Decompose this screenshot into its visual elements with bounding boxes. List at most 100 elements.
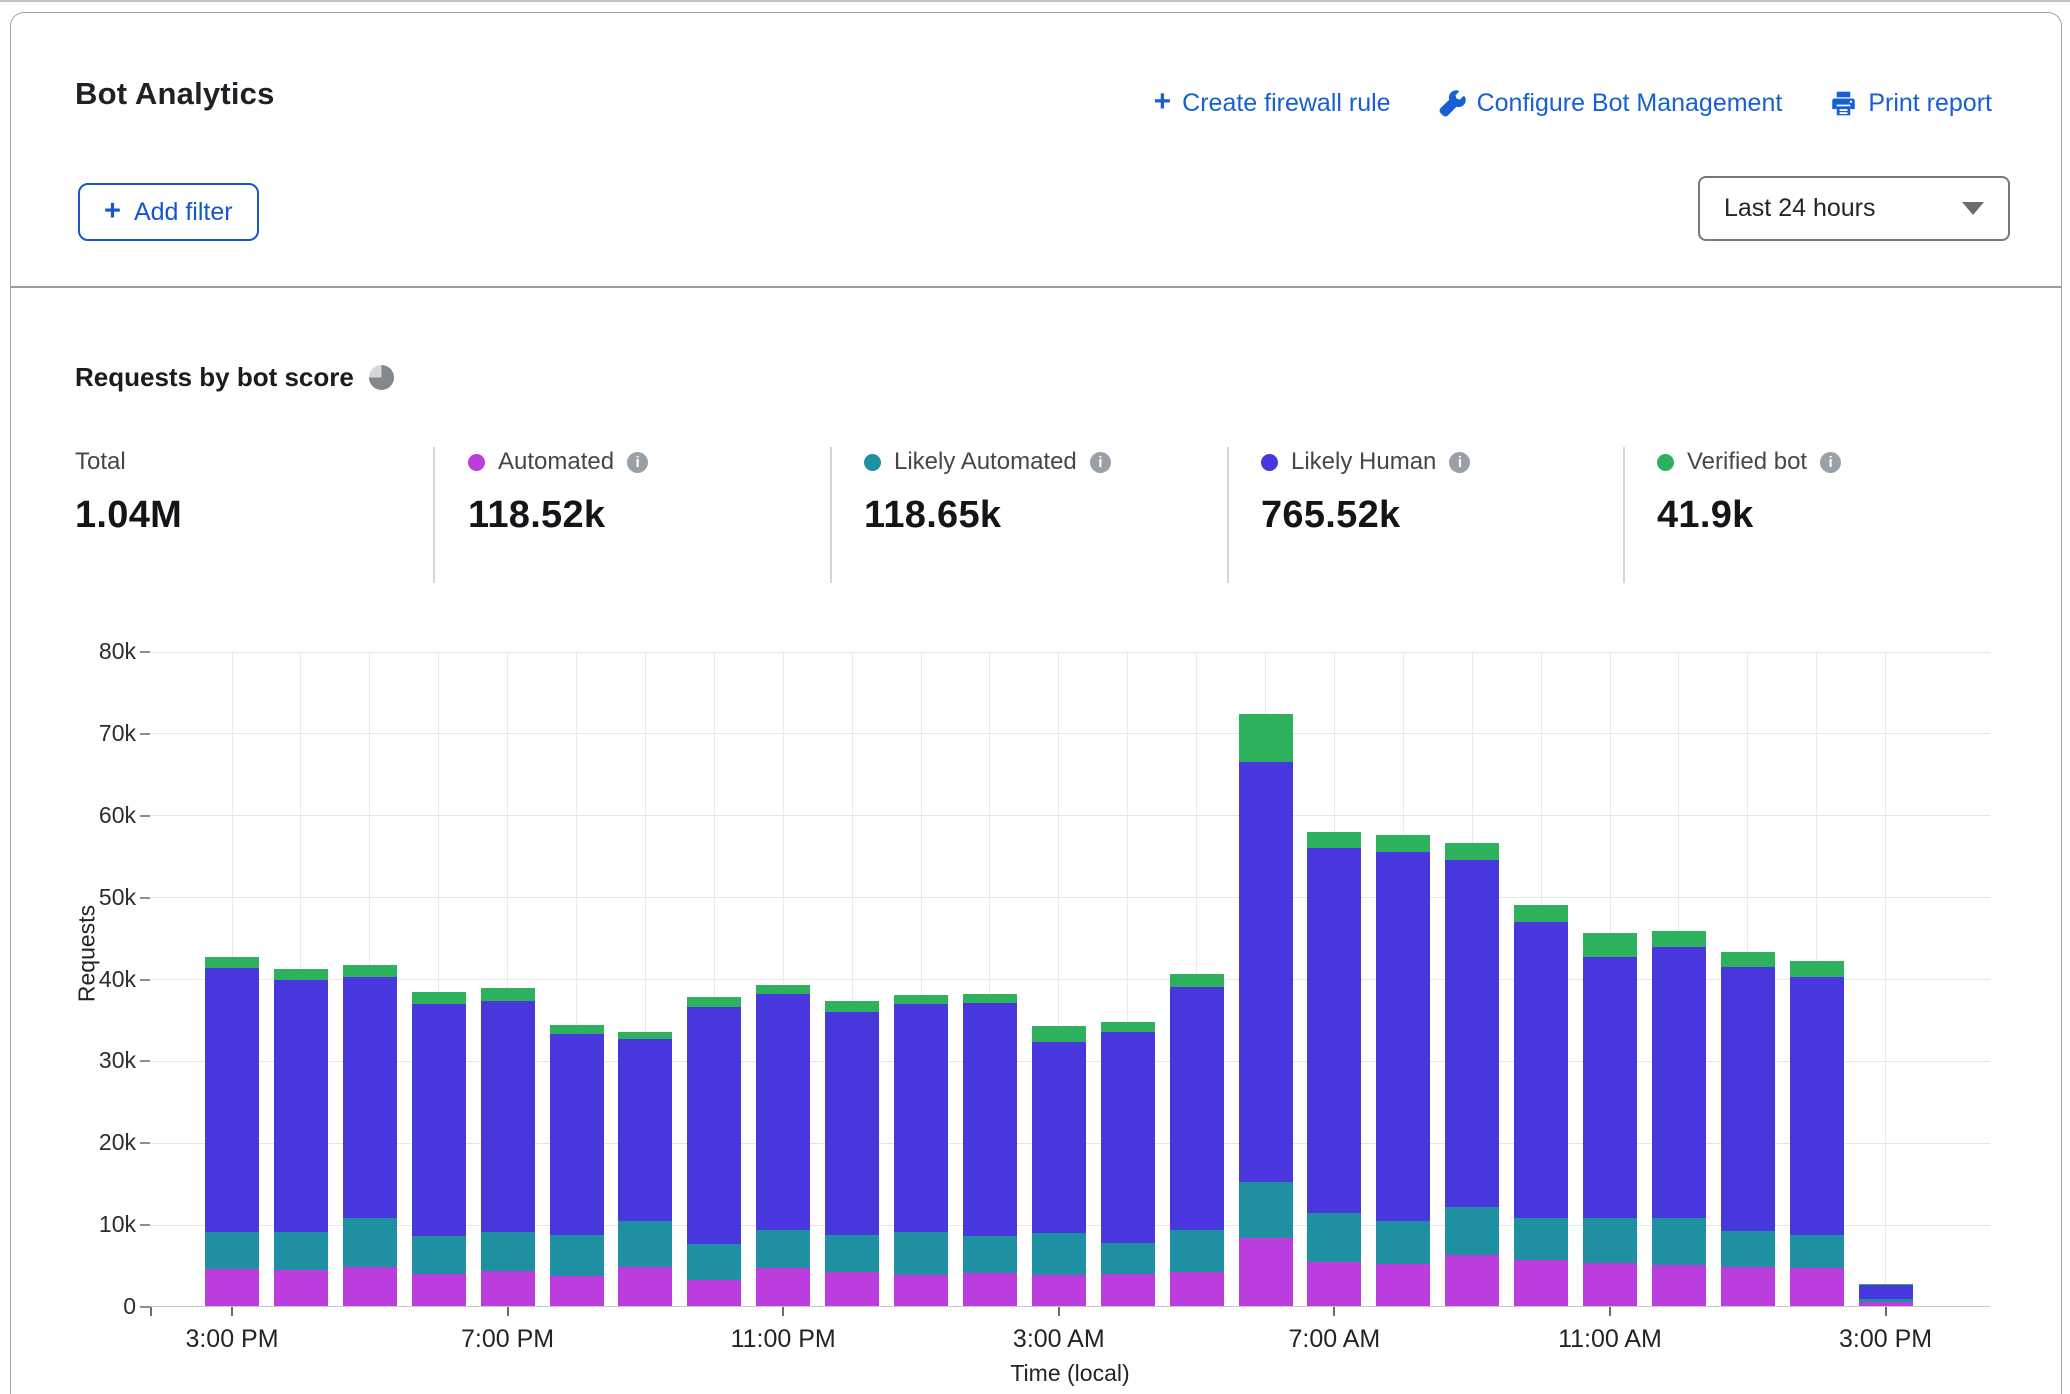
bar-segment-likely-human: [618, 1039, 672, 1221]
verified-bot-dot-icon: [1657, 454, 1674, 471]
stat-automated-label: Automated: [498, 448, 614, 476]
configure-bot-management-link[interactable]: Configure Bot Management: [1439, 89, 1783, 118]
bar-3-00-pm[interactable]: [205, 957, 259, 1306]
bar-segment-likely-automated: [343, 1218, 397, 1267]
y-tick-mark: [140, 733, 150, 735]
bar-1-00-am[interactable]: [894, 995, 948, 1306]
bar-segment-verified-bot: [1376, 835, 1430, 852]
bar-10-00-am[interactable]: [1514, 905, 1568, 1306]
bar-segment-likely-human: [550, 1034, 604, 1235]
bar-segment-verified-bot: [894, 995, 948, 1004]
add-filter-button[interactable]: + Add filter: [78, 183, 259, 241]
bar-segment-verified-bot: [1790, 961, 1844, 977]
bar-6-00-pm[interactable]: [412, 992, 466, 1306]
print-report-label: Print report: [1868, 89, 1992, 118]
bar-12-00-pm[interactable]: [1652, 931, 1706, 1306]
horizontal-gridline: [150, 733, 1990, 734]
x-tick-label: 11:00 PM: [713, 1325, 853, 1354]
bar-7-00-pm[interactable]: [481, 988, 535, 1306]
bar-segment-automated: [1652, 1265, 1706, 1306]
bar-segment-likely-automated: [481, 1232, 535, 1271]
bar-3-00-pm[interactable]: [1859, 1284, 1913, 1306]
bar-segment-likely-automated: [1652, 1218, 1706, 1265]
vertical-gridline: [1885, 652, 1886, 1306]
bar-segment-likely-human: [481, 1001, 535, 1232]
bar-segment-likely-automated: [687, 1244, 741, 1280]
bar-2-00-am[interactable]: [963, 994, 1017, 1306]
x-tick-label: 3:00 PM: [162, 1325, 302, 1354]
bar-2-00-pm[interactable]: [1790, 961, 1844, 1306]
bar-6-00-am[interactable]: [1239, 714, 1293, 1306]
horizontal-gridline: [150, 979, 1990, 980]
bar-1-00-pm[interactable]: [1721, 951, 1775, 1306]
likely-automated-dot-icon: [864, 454, 881, 471]
bar-10-00-pm[interactable]: [687, 997, 741, 1306]
bar-4-00-am[interactable]: [1101, 1022, 1155, 1306]
x-tick-label: 3:00 AM: [989, 1325, 1129, 1354]
bar-segment-verified-bot: [1239, 714, 1293, 761]
bar-segment-verified-bot: [412, 992, 466, 1004]
x-tick-mark: [507, 1307, 509, 1316]
bar-segment-likely-automated: [1514, 1218, 1568, 1260]
info-icon[interactable]: i: [1449, 452, 1470, 473]
horizontal-gridline: [150, 897, 1990, 898]
create-firewall-rule-link[interactable]: + Create firewall rule: [1154, 88, 1391, 118]
stat-likely-human: Likely Human i 765.52k: [1261, 447, 1470, 537]
bar-12-00-am[interactable]: [825, 1001, 879, 1306]
bar-segment-automated: [1721, 1267, 1775, 1306]
bar-segment-verified-bot: [1583, 933, 1637, 957]
y-tick-label: 30k: [66, 1047, 136, 1074]
stat-total-label: Total: [75, 448, 126, 476]
bar-5-00-pm[interactable]: [343, 965, 397, 1306]
bar-segment-automated: [550, 1276, 604, 1306]
y-tick-mark: [140, 1224, 150, 1226]
x-tick-mark: [150, 1307, 152, 1316]
x-tick-mark: [231, 1307, 233, 1316]
bar-segment-likely-human: [1652, 947, 1706, 1218]
bar-8-00-am[interactable]: [1376, 835, 1430, 1306]
y-tick-label: 80k: [66, 638, 136, 665]
bar-segment-likely-automated: [1101, 1243, 1155, 1274]
x-tick-mark: [782, 1307, 784, 1316]
info-icon[interactable]: i: [627, 452, 648, 473]
bar-11-00-pm[interactable]: [756, 985, 810, 1306]
print-report-link[interactable]: Print report: [1830, 89, 1992, 118]
bar-segment-likely-human: [1032, 1042, 1086, 1234]
bar-3-00-am[interactable]: [1032, 1026, 1086, 1306]
bar-7-00-am[interactable]: [1307, 832, 1361, 1306]
bar-segment-automated: [343, 1267, 397, 1306]
bar-segment-likely-human: [1583, 957, 1637, 1217]
y-tick-label: 60k: [66, 802, 136, 829]
bar-segment-verified-bot: [1170, 974, 1224, 986]
bar-segment-verified-bot: [1032, 1026, 1086, 1042]
bar-segment-verified-bot: [687, 997, 741, 1007]
bar-segment-automated: [1101, 1274, 1155, 1306]
bar-segment-verified-bot: [1445, 843, 1499, 859]
bar-segment-verified-bot: [1514, 905, 1568, 922]
bar-5-00-am[interactable]: [1170, 974, 1224, 1306]
stat-divider: [830, 447, 832, 583]
bar-segment-likely-human: [1101, 1032, 1155, 1243]
stat-divider: [1227, 447, 1229, 583]
time-range-dropdown[interactable]: Last 24 hours: [1698, 176, 2010, 241]
section-title-row: Requests by bot score: [75, 362, 394, 393]
chevron-down-icon: [1962, 202, 1984, 215]
bar-segment-likely-human: [1239, 762, 1293, 1183]
y-tick-mark: [140, 651, 150, 653]
bar-8-00-pm[interactable]: [550, 1025, 604, 1306]
bar-9-00-am[interactable]: [1445, 843, 1499, 1306]
bar-segment-automated: [894, 1275, 948, 1306]
add-filter-label: Add filter: [134, 198, 233, 227]
bar-segment-verified-bot: [825, 1001, 879, 1012]
bar-segment-likely-automated: [1583, 1218, 1637, 1263]
bar-4-00-pm[interactable]: [274, 969, 328, 1306]
bar-segment-automated: [756, 1268, 810, 1306]
bar-9-00-pm[interactable]: [618, 1032, 672, 1306]
bar-11-00-am[interactable]: [1583, 933, 1637, 1306]
bar-segment-likely-human: [1376, 852, 1430, 1220]
header-actions: + Create firewall rule Configure Bot Man…: [1154, 88, 1992, 118]
y-tick-mark: [140, 815, 150, 817]
info-icon[interactable]: i: [1820, 452, 1841, 473]
configure-bot-management-label: Configure Bot Management: [1477, 89, 1783, 118]
info-icon[interactable]: i: [1090, 452, 1111, 473]
